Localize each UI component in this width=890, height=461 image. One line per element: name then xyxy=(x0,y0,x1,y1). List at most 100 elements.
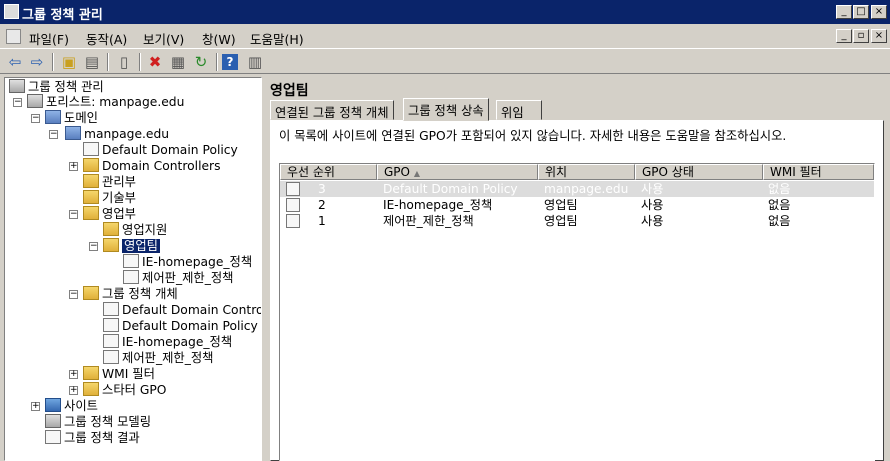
tab-content: 이 목록에 사이트에 연결된 GPO가 포함되어 있지 않습니다. 자세한 내용… xyxy=(270,120,884,461)
title-bar: 그룹 정책 관리 _ □ × xyxy=(0,0,890,24)
expand-toggle[interactable]: − xyxy=(89,242,98,251)
close-button[interactable]: × xyxy=(871,5,887,19)
gpo-link-icon xyxy=(123,254,139,268)
tree-gpo-cp[interactable]: 제어판_제한_정책 xyxy=(103,350,214,366)
starter-folder-icon xyxy=(83,382,99,396)
sites-icon xyxy=(45,398,61,412)
tree-wmi-filters[interactable]: WMI 필터 xyxy=(83,366,155,382)
tree-ou-admin[interactable]: 관리부 xyxy=(83,174,136,190)
ou-icon xyxy=(103,222,119,236)
back-icon[interactable]: ⇦ xyxy=(5,52,25,72)
tree-link-ie[interactable]: IE-homepage_정책 xyxy=(123,254,252,270)
tree-ou-sales-team[interactable]: 영업팀 xyxy=(103,238,160,254)
menu-help[interactable]: 도움말(H) xyxy=(250,29,304,48)
expand-toggle[interactable]: + xyxy=(69,386,78,395)
tree-ou-sales-support[interactable]: 영업지원 xyxy=(103,222,167,238)
col-status[interactable]: GPO 상태 xyxy=(635,164,763,180)
tree-starter-gpo[interactable]: 스타터 GPO xyxy=(83,382,166,398)
doc-minimize-button[interactable]: _ xyxy=(836,29,852,43)
expand-toggle[interactable]: + xyxy=(31,402,40,411)
delete-icon[interactable]: ✖ xyxy=(145,52,165,72)
domains-icon xyxy=(45,110,61,124)
menu-bar: 파일(F) 동작(A) 보기(V) 창(W) 도움말(H) _ ▫ × xyxy=(0,24,890,48)
expand-toggle[interactable]: − xyxy=(31,114,40,123)
tree-gpo-ie[interactable]: IE-homepage_정책 xyxy=(103,334,232,350)
gpo-icon xyxy=(103,350,119,364)
tab-linked-gpos[interactable]: 연결된 그룹 정책 개체 xyxy=(270,100,394,120)
up-folder-icon[interactable]: ▣ xyxy=(59,52,79,72)
expand-toggle[interactable]: + xyxy=(69,162,78,171)
domain-icon xyxy=(65,126,81,140)
tree-gpo-container[interactable]: 그룹 정책 개체 xyxy=(83,286,178,302)
doc-close-button[interactable]: × xyxy=(871,29,887,43)
gpo-list[interactable]: 우선 순위 GPO ▲ 위치 GPO 상태 WMI 필터 3 Default D… xyxy=(279,163,875,461)
gpo-icon xyxy=(103,318,119,332)
expand-toggle[interactable]: − xyxy=(49,130,58,139)
details-pane: 영업팀 연결된 그룹 정책 개체 그룹 정책 상속 위임 이 목록에 사이트에 … xyxy=(264,77,890,461)
sort-asc-icon: ▲ xyxy=(413,169,420,178)
tab-gpo-inheritance[interactable]: 그룹 정책 상속 xyxy=(403,98,489,121)
app-icon xyxy=(4,4,19,19)
tree-domain-controllers[interactable]: Domain Controllers xyxy=(83,158,221,174)
doc-icon[interactable] xyxy=(6,29,21,44)
gpo-icon xyxy=(103,302,119,316)
refresh-icon[interactable]: ↻ xyxy=(191,52,211,72)
gpo-icon xyxy=(286,198,300,212)
col-priority[interactable]: 우선 순위 xyxy=(280,164,377,180)
doc-restore-button[interactable]: ▫ xyxy=(853,29,869,43)
expand-toggle[interactable]: − xyxy=(69,290,78,299)
tree-sites[interactable]: 사이트 xyxy=(45,398,98,414)
expand-toggle[interactable]: − xyxy=(69,210,78,219)
tree-results[interactable]: 그룹 정책 결과 xyxy=(45,430,140,446)
gpo-icon xyxy=(286,214,300,228)
modeling-icon xyxy=(45,414,61,428)
gpo-link-icon xyxy=(123,270,139,284)
menu-window[interactable]: 창(W) xyxy=(202,29,236,48)
tree-gpo-ddcp[interactable]: Default Domain Controlle xyxy=(103,302,261,318)
tree-forest[interactable]: 포리스트: manpage.edu xyxy=(27,94,184,110)
maximize-button[interactable]: □ xyxy=(853,5,869,19)
tree-ou-sales[interactable]: 영업부 xyxy=(83,206,136,222)
gpo-link-icon xyxy=(83,142,99,156)
table-row[interactable]: 3 Default Domain Policy manpage.edu 사용 없… xyxy=(280,181,874,197)
menu-action[interactable]: 동작(A) xyxy=(86,29,127,48)
ou-icon xyxy=(83,190,99,204)
export-icon[interactable]: ▦ xyxy=(168,52,188,72)
wmi-folder-icon xyxy=(83,366,99,380)
tree-root[interactable]: 그룹 정책 관리 xyxy=(9,79,104,95)
col-gpo[interactable]: GPO ▲ xyxy=(377,164,538,180)
tree-link-cp[interactable]: 제어판_제한_정책 xyxy=(123,270,234,286)
details-title: 영업팀 xyxy=(270,83,309,99)
show-tree-icon[interactable]: ▤ xyxy=(82,52,102,72)
tree-domain[interactable]: manpage.edu xyxy=(65,126,169,142)
menu-view[interactable]: 보기(V) xyxy=(143,29,184,48)
gpo-folder-icon xyxy=(83,286,99,300)
ou-icon xyxy=(83,174,99,188)
results-icon xyxy=(45,430,61,444)
tree-gpo-ddp[interactable]: Default Domain Policy xyxy=(103,318,258,334)
table-row[interactable]: 2 IE-homepage_정책 영업팀 사용 없음 xyxy=(280,197,874,213)
tree-ou-tech[interactable]: 기술부 xyxy=(83,190,136,206)
forward-icon[interactable]: ⇨ xyxy=(27,52,47,72)
properties-icon[interactable]: ▯ xyxy=(114,52,134,72)
col-wmi[interactable]: WMI 필터 xyxy=(763,164,874,180)
gpm-icon xyxy=(9,79,25,93)
help-icon[interactable]: ? xyxy=(222,54,238,70)
col-location[interactable]: 위치 xyxy=(538,164,635,180)
info-message: 이 목록에 사이트에 연결된 GPO가 포함되어 있지 않습니다. 자세한 내용… xyxy=(279,129,787,143)
menu-file[interactable]: 파일(F) xyxy=(29,29,69,48)
toolbar: ⇦ ⇨ ▣ ▤ ▯ ✖ ▦ ↻ ? ▥ xyxy=(0,48,890,74)
tree-pane[interactable]: 그룹 정책 관리 − 포리스트: manpage.edu − 도메인 − man… xyxy=(4,77,262,461)
tab-delegation[interactable]: 위임 xyxy=(496,100,542,120)
tree-domains[interactable]: 도메인 xyxy=(45,110,98,126)
tree-ddp-link[interactable]: Default Domain Policy xyxy=(83,142,238,158)
forest-icon xyxy=(27,94,43,108)
minimize-button[interactable]: _ xyxy=(836,5,852,19)
ou-icon xyxy=(83,158,99,172)
console-icon[interactable]: ▥ xyxy=(245,52,265,72)
tree-modeling[interactable]: 그룹 정책 모델링 xyxy=(45,414,151,430)
table-row[interactable]: 1 제어판_제한_정책 영업팀 사용 없음 xyxy=(280,213,874,229)
expand-toggle[interactable]: − xyxy=(13,98,22,107)
gpo-icon xyxy=(103,334,119,348)
expand-toggle[interactable]: + xyxy=(69,370,78,379)
